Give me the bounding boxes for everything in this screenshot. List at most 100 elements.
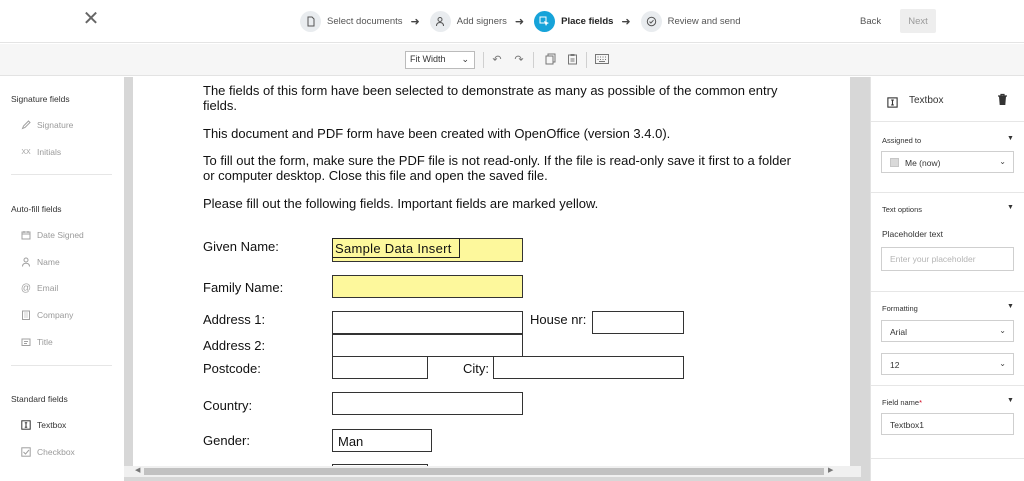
- country-label: Country:: [203, 398, 253, 413]
- field-label: Email: [37, 283, 59, 293]
- step-review-and-send[interactable]: Review and send: [640, 10, 741, 32]
- text-options-label: Text options: [882, 205, 923, 214]
- zoom-select[interactable]: Fit Width ⌄: [405, 51, 475, 69]
- paste-icon[interactable]: [565, 52, 579, 66]
- field-label: Initials: [37, 147, 62, 157]
- formatting-label: Formatting: [882, 304, 918, 313]
- person-icon: [429, 10, 451, 32]
- keyboard-icon[interactable]: [594, 52, 610, 66]
- family-name-field[interactable]: [332, 275, 523, 298]
- field-date-signed[interactable]: Date Signed: [20, 229, 84, 241]
- textbox-icon: [887, 95, 899, 108]
- copy-icon[interactable]: [543, 52, 557, 66]
- toolbar-divider: [586, 52, 587, 68]
- textbox-icon: [20, 419, 32, 431]
- address1-label: Address 1:: [203, 312, 266, 327]
- field-name[interactable]: Name: [20, 256, 60, 268]
- document-viewer: The fields of this form have been select…: [124, 77, 870, 481]
- font-size-select[interactable]: 12 ⌄: [881, 353, 1014, 375]
- id-card-icon: [20, 336, 32, 348]
- font-family-select[interactable]: Arial ⌄: [881, 320, 1014, 342]
- font-family-value: Arial: [890, 327, 908, 337]
- address1-field[interactable]: [332, 311, 523, 334]
- panel-title: Textbox: [909, 95, 944, 106]
- field-name-label-text: Field name: [882, 398, 920, 407]
- field-title[interactable]: Title: [20, 336, 53, 348]
- scroll-left-icon[interactable]: ◀: [135, 466, 140, 474]
- cursor-icon: [534, 10, 556, 32]
- standard-fields-title: Standard fields: [11, 394, 68, 404]
- field-checkbox[interactable]: Checkbox: [20, 446, 75, 458]
- chevron-down-icon: ⌄: [999, 359, 1006, 368]
- field-name-input[interactable]: Textbox1: [881, 413, 1014, 435]
- zoom-value: Fit Width: [410, 54, 446, 64]
- scroll-right-icon[interactable]: ▶: [828, 466, 833, 474]
- doc-paragraph: To fill out the form, make sure the PDF …: [203, 153, 791, 183]
- field-signature[interactable]: Signature: [20, 119, 73, 131]
- assigned-to-section: Assigned to ▼ Me (now) ⌄: [871, 122, 1024, 193]
- document-toolbar: Fit Width ⌄ ↶ ↷: [0, 44, 1024, 76]
- family-name-label: Family Name:: [203, 280, 284, 295]
- caret-down-icon[interactable]: ▼: [1007, 135, 1014, 142]
- field-label: Textbox: [37, 420, 67, 430]
- country-field[interactable]: [332, 392, 523, 415]
- address2-field[interactable]: [332, 334, 523, 357]
- city-label: City:: [463, 361, 489, 376]
- field-label: Signature: [37, 120, 74, 130]
- house-nr-label: House nr:: [530, 312, 587, 327]
- house-nr-field[interactable]: [592, 311, 684, 334]
- autofill-fields-title: Auto-fill fields: [11, 204, 62, 214]
- given-name-label: Given Name:: [203, 239, 279, 254]
- person-icon: [20, 256, 32, 268]
- section-divider: [11, 174, 112, 175]
- redo-icon[interactable]: ↷: [512, 52, 526, 66]
- caret-down-icon[interactable]: ▼: [1007, 204, 1014, 211]
- step-label: Review and send: [667, 15, 741, 27]
- caret-down-icon[interactable]: ▼: [1007, 303, 1014, 310]
- step-label: Add signers: [456, 15, 507, 27]
- field-company[interactable]: Company: [20, 309, 73, 321]
- undo-icon[interactable]: ↶: [490, 52, 504, 66]
- font-size-value: 12: [890, 360, 900, 370]
- gender-field[interactable]: Man: [332, 429, 432, 452]
- horizontal-scrollbar[interactable]: ◀ ▶: [124, 466, 861, 477]
- calendar-icon: [20, 229, 32, 241]
- gender-label: Gender:: [203, 433, 250, 448]
- field-label: Name: [37, 257, 60, 267]
- pen-icon: [20, 119, 32, 131]
- field-textbox[interactable]: Textbox: [20, 419, 66, 431]
- document-page[interactable]: The fields of this form have been select…: [133, 77, 850, 466]
- placeholder-input[interactable]: Enter your placeholder: [881, 247, 1014, 271]
- field-label: Company: [37, 310, 74, 320]
- postcode-label: Postcode:: [203, 361, 261, 376]
- assigned-to-select[interactable]: Me (now) ⌄: [881, 151, 1014, 173]
- field-email[interactable]: @ Email: [20, 282, 58, 294]
- horizontal-scroll-thumb[interactable]: [144, 468, 824, 475]
- step-place-fields[interactable]: Place fields: [534, 10, 614, 32]
- postcode-field[interactable]: [332, 356, 428, 379]
- formatting-section: Formatting ▼ Arial ⌄ 12 ⌄: [871, 292, 1024, 386]
- field-label: Checkbox: [37, 447, 75, 457]
- caret-down-icon[interactable]: ▼: [1007, 397, 1014, 404]
- placed-textbox-field[interactable]: Sample Data Insert: [332, 238, 460, 258]
- address2-label: Address 2:: [203, 338, 266, 353]
- arrow-right-icon: ➜: [621, 15, 631, 28]
- toolbar-divider: [533, 52, 534, 68]
- at-icon: @: [20, 282, 32, 294]
- doc-paragraph: The fields of this form have been select…: [203, 83, 778, 113]
- field-initials[interactable]: XX Initials: [20, 146, 61, 158]
- back-button[interactable]: Back: [860, 16, 881, 27]
- checkbox-icon: [20, 446, 32, 458]
- wizard-steps: Select documents ➜ Add signers ➜ Place f…: [300, 10, 741, 32]
- doc-paragraph: This document and PDF form have been cre…: [203, 126, 671, 141]
- step-add-signers[interactable]: Add signers: [429, 10, 507, 32]
- trash-icon[interactable]: [997, 93, 1009, 107]
- step-label: Place fields: [561, 15, 614, 27]
- step-select-documents[interactable]: Select documents: [300, 10, 403, 32]
- next-button[interactable]: Next: [900, 9, 936, 33]
- city-field[interactable]: [493, 356, 684, 379]
- signature-fields-title: Signature fields: [11, 94, 70, 104]
- chevron-down-icon: ⌄: [999, 157, 1006, 166]
- field-name-label: Field name*: [882, 398, 922, 407]
- close-icon[interactable]: ✕: [82, 9, 100, 29]
